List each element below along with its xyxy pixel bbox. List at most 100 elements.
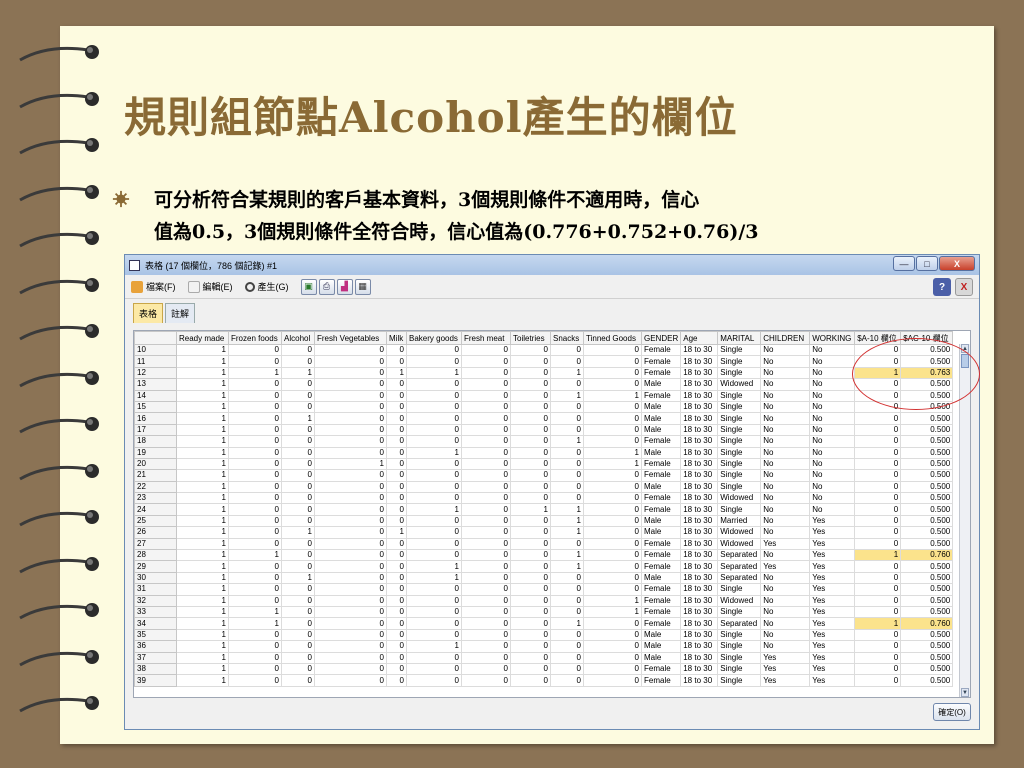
table-cell[interactable]: 0 bbox=[281, 560, 315, 573]
table-cell[interactable]: 18 to 30 bbox=[680, 480, 719, 494]
table-cell[interactable]: 0 bbox=[583, 514, 642, 528]
table-cell[interactable]: Yes bbox=[809, 571, 856, 585]
table-cell[interactable]: 0 bbox=[854, 469, 902, 482]
row-number[interactable]: 30 bbox=[134, 571, 177, 585]
table-cell[interactable]: 0 bbox=[228, 583, 282, 596]
table-cell[interactable]: 18 to 30 bbox=[680, 651, 719, 664]
table-cell[interactable]: 0 bbox=[854, 605, 902, 619]
table-cell[interactable]: Yes bbox=[809, 583, 856, 596]
table-cell[interactable]: 0 bbox=[510, 617, 551, 630]
table-cell[interactable]: Male bbox=[640, 480, 682, 494]
column-header[interactable]: Fresh Vegetables bbox=[314, 331, 387, 345]
table-cell[interactable]: 0 bbox=[510, 514, 551, 528]
table-cell[interactable]: 0 bbox=[510, 469, 551, 482]
table-cell[interactable]: 1 bbox=[176, 492, 229, 505]
table-cell[interactable]: 0 bbox=[510, 662, 551, 676]
table-cell[interactable]: 0 bbox=[510, 537, 551, 551]
row-number[interactable]: 23 bbox=[134, 492, 177, 505]
row-number[interactable]: 24 bbox=[134, 503, 177, 516]
row-number[interactable]: 18 bbox=[134, 435, 177, 448]
table-cell[interactable]: No bbox=[760, 617, 811, 630]
table-cell[interactable]: 1 bbox=[406, 640, 462, 653]
table-cell[interactable]: 1 bbox=[583, 457, 642, 471]
table-cell[interactable]: Male bbox=[640, 526, 682, 539]
table-cell[interactable]: 0 bbox=[386, 549, 407, 562]
row-number[interactable]: 36 bbox=[134, 640, 177, 653]
table-cell[interactable]: 0 bbox=[510, 366, 551, 380]
table-cell[interactable]: 0 bbox=[386, 435, 407, 448]
table-cell[interactable]: 0 bbox=[550, 628, 584, 642]
table-cell[interactable]: 0 bbox=[854, 400, 902, 414]
column-header[interactable]: $AC-10 欄位 bbox=[900, 331, 954, 345]
column-header[interactable]: GENDER bbox=[640, 331, 682, 345]
table-cell[interactable]: 1 bbox=[228, 366, 282, 380]
table-cell[interactable]: 0 bbox=[510, 605, 551, 619]
table-cell[interactable]: Female bbox=[640, 492, 682, 505]
table-cell[interactable]: 0 bbox=[510, 571, 551, 585]
table-cell[interactable]: 1 bbox=[176, 503, 229, 516]
table-cell[interactable]: Yes bbox=[809, 628, 856, 642]
table-cell[interactable]: 0 bbox=[854, 537, 902, 551]
table-cell[interactable]: 1 bbox=[176, 423, 229, 437]
table-row[interactable]: 18 1 0 0 0 0 0 0 0 1 0 Female 18 to 30 Single No No 0 0.5… bbox=[134, 435, 954, 448]
table-cell[interactable]: No bbox=[760, 355, 811, 368]
table-row[interactable]: 21 1 0 0 0 0 0 0 0 0 0 Female 18 to 30 Single No No 0 0.5… bbox=[134, 469, 954, 482]
row-number[interactable]: 37 bbox=[134, 651, 177, 664]
table-cell[interactable]: 0 bbox=[461, 423, 511, 437]
row-number[interactable]: 13 bbox=[134, 378, 177, 391]
table-cell[interactable]: 1 bbox=[583, 594, 642, 608]
scrollbar-thumb[interactable] bbox=[961, 354, 969, 368]
table-cell[interactable]: 0 bbox=[386, 400, 407, 414]
table-cell[interactable]: 0 bbox=[406, 583, 462, 596]
table-cell[interactable]: 0 bbox=[854, 412, 902, 425]
table-cell[interactable]: 0 bbox=[583, 378, 642, 391]
table-cell[interactable]: 1 bbox=[550, 435, 584, 448]
table-cell[interactable]: 0 bbox=[314, 617, 387, 630]
table-cell[interactable]: 1 bbox=[228, 549, 282, 562]
table-cell[interactable]: 0 bbox=[228, 446, 282, 459]
table-cell[interactable]: Single bbox=[717, 389, 762, 402]
table-cell[interactable]: Single bbox=[717, 628, 762, 642]
table-cell[interactable]: Widowed bbox=[717, 537, 762, 551]
table-cell[interactable]: 0.500 bbox=[900, 355, 954, 368]
table-cell[interactable]: No bbox=[809, 446, 856, 459]
table-cell[interactable]: 0 bbox=[228, 526, 282, 539]
table-cell[interactable]: 0.500 bbox=[900, 435, 954, 448]
table-cell[interactable]: 0 bbox=[314, 640, 387, 653]
table-cell[interactable]: No bbox=[760, 412, 811, 425]
table-cell[interactable]: No bbox=[809, 343, 856, 357]
table-cell[interactable]: 0.500 bbox=[900, 526, 954, 539]
table-cell[interactable]: 0 bbox=[583, 400, 642, 414]
table-cell[interactable]: 0 bbox=[281, 617, 315, 630]
table-cell[interactable]: 18 to 30 bbox=[680, 526, 719, 539]
table-cell[interactable]: 0 bbox=[583, 526, 642, 539]
row-number[interactable]: 39 bbox=[134, 674, 177, 687]
column-header[interactable] bbox=[134, 331, 177, 345]
table-cell[interactable]: 1 bbox=[550, 549, 584, 562]
table-cell[interactable]: No bbox=[760, 583, 811, 596]
tab-annotations[interactable]: 註解 bbox=[165, 303, 196, 323]
column-header[interactable]: Milk bbox=[386, 331, 407, 345]
table-cell[interactable]: 0 bbox=[583, 537, 642, 551]
table-cell[interactable]: 0 bbox=[314, 480, 387, 494]
table-cell[interactable]: 0 bbox=[228, 503, 282, 516]
table-cell[interactable]: 0 bbox=[510, 378, 551, 391]
table-cell[interactable]: No bbox=[809, 435, 856, 448]
table-cell[interactable]: 0 bbox=[281, 503, 315, 516]
table-cell[interactable]: 0 bbox=[583, 628, 642, 642]
table-cell[interactable]: 0 bbox=[281, 423, 315, 437]
table-cell[interactable]: 18 to 30 bbox=[680, 583, 719, 596]
table-cell[interactable]: 0 bbox=[583, 651, 642, 664]
table-cell[interactable]: 0 bbox=[314, 583, 387, 596]
table-cell[interactable]: No bbox=[809, 355, 856, 368]
minimize-button[interactable]: — bbox=[893, 256, 915, 271]
table-cell[interactable]: 0 bbox=[406, 389, 462, 402]
table-cell[interactable]: No bbox=[760, 400, 811, 414]
table-cell[interactable]: 0 bbox=[510, 446, 551, 459]
table-cell[interactable]: 0 bbox=[510, 343, 551, 357]
table-cell[interactable]: 1 bbox=[854, 617, 902, 630]
table-cell[interactable]: Separated bbox=[717, 617, 762, 630]
table-cell[interactable]: 0 bbox=[406, 617, 462, 630]
table-cell[interactable]: No bbox=[809, 423, 856, 437]
table-cell[interactable]: 0 bbox=[550, 583, 584, 596]
